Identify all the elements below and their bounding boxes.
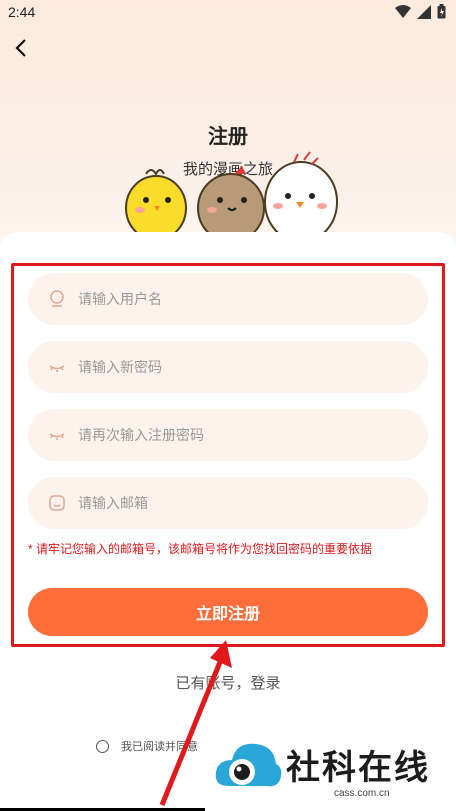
status-bar: 2:44 <box>0 0 456 26</box>
highlight-box <box>11 263 445 647</box>
mascot-illustration <box>125 151 338 240</box>
chevron-left-icon <box>15 39 26 57</box>
page-title: 注册 <box>208 126 248 148</box>
battery-icon <box>437 4 446 19</box>
signal-icon <box>417 4 431 19</box>
watermark-name: 社科在线 <box>286 748 430 788</box>
back-button[interactable] <box>10 36 34 60</box>
status-time: 2:44 <box>8 4 36 20</box>
agreement-radio[interactable] <box>96 739 109 753</box>
wifi-icon <box>395 4 411 18</box>
watermark: 社科在线 cass.com.cn <box>214 734 454 804</box>
status-icons <box>395 4 446 19</box>
cloud-eye-icon <box>215 743 282 787</box>
watermark-url: cass.com.cn <box>334 788 390 799</box>
